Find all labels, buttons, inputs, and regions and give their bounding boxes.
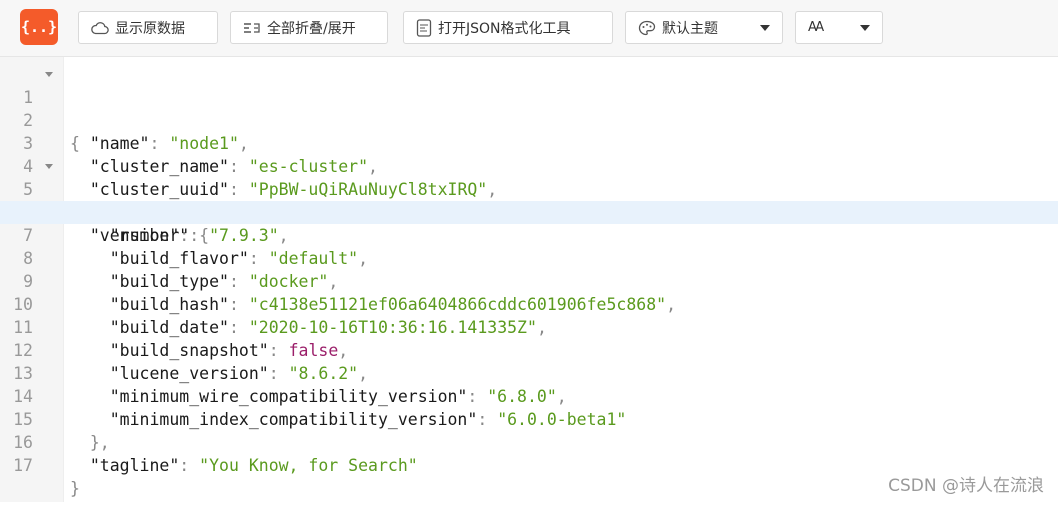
theme-select-value: 默认主题 [662, 20, 718, 37]
open-formatter-button[interactable]: 打开JSON格式化工具 [403, 11, 613, 44]
fold-icon [244, 22, 260, 33]
json-file-icon [416, 18, 432, 37]
code-line: 9 "build_hash": "c4138e51121ef06a6404866… [0, 247, 1058, 314]
code-line: 12 "lucene_version": "8.6.2", [0, 316, 1058, 383]
code-line: 17 } [0, 431, 1058, 498]
toolbar: {..} 显示原数据 全部折叠/展开 打开JSON格式化工具 默认主题 AA [0, 0, 1058, 57]
json-editor[interactable]: 1 { 2 "name": "node1", 3 "cluster_name":… [0, 63, 1058, 498]
json-logo-icon[interactable]: {..} [20, 9, 58, 45]
fold-arrow-icon[interactable] [45, 164, 53, 169]
code-line: 14 "minimum_index_compatibility_version"… [0, 362, 1058, 429]
code-line: 6 "number": "7.9.3", [0, 178, 1058, 245]
show-raw-label: 显示原数据 [115, 20, 185, 37]
font-size-select[interactable]: AA [795, 11, 883, 44]
code-line: 3 "cluster_name": "es-cluster", [0, 109, 1058, 176]
line-number: 17 [13, 456, 33, 475]
code-line: 2 "name": "node1", [0, 86, 1058, 153]
code-line: 5 "version": { [0, 155, 1058, 245]
palette-icon [638, 20, 656, 35]
code-line-active: 7 "build_flavor": "default", [0, 201, 1058, 268]
fold-all-button[interactable]: 全部折叠/展开 [230, 11, 388, 44]
open-formatter-label: 打开JSON格式化工具 [438, 20, 571, 37]
code-line: 15 }, [0, 385, 1058, 452]
chevron-down-icon [860, 25, 870, 31]
code-line: 4 "cluster_uuid": "PpBW-uQiRAuNuyCl8txIR… [0, 132, 1058, 199]
code-line: 11 "build_snapshot": false, [0, 293, 1058, 360]
chevron-down-icon [760, 25, 770, 31]
fold-all-label: 全部折叠/展开 [267, 20, 356, 37]
code-line: 8 "build_type": "docker", [0, 224, 1058, 291]
code-line: 1 { [0, 63, 1058, 153]
json-key: "tagline" [89, 456, 180, 475]
json-string: "You Know, for Search" [199, 456, 418, 475]
cloud-icon [91, 21, 109, 34]
show-raw-button[interactable]: 显示原数据 [78, 11, 218, 44]
fold-arrow-icon[interactable] [45, 72, 53, 77]
theme-select[interactable]: 默认主题 [625, 11, 783, 44]
code-line: 13 "minimum_wire_compatibility_version":… [0, 339, 1058, 406]
watermark: CSDN @诗人在流浪 [888, 476, 1044, 496]
code-line: 16 "tagline": "You Know, for Search" [0, 408, 1058, 475]
font-size-icon: AA [808, 20, 824, 35]
code-line: 10 "build_date": "2020-10-16T10:36:16.14… [0, 270, 1058, 337]
